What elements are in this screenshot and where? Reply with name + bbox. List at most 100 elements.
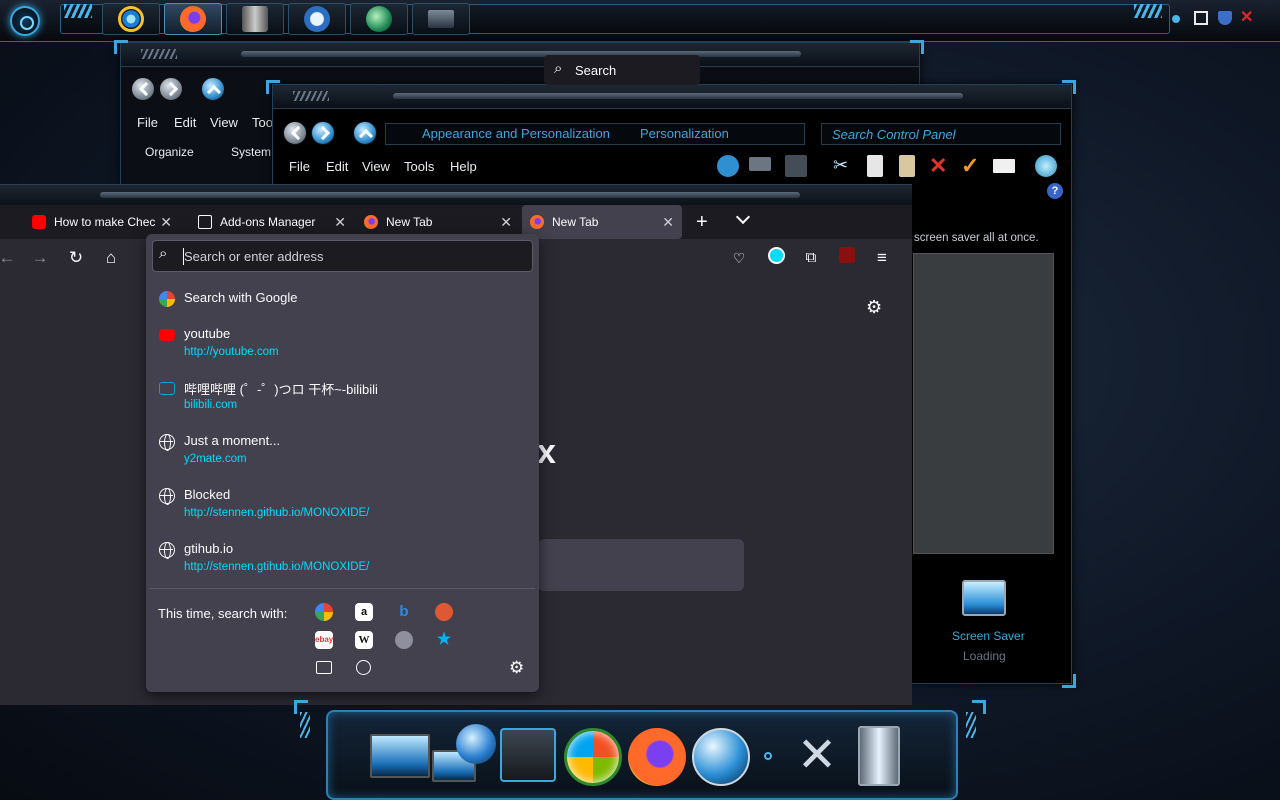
dock-internet-globe-icon[interactable] — [456, 724, 496, 764]
toolbar-search-box[interactable]: ⌕ Search — [544, 55, 700, 85]
menu-tools[interactable]: Too — [252, 115, 273, 130]
checkmark-icon[interactable]: ✓ — [961, 153, 983, 178]
result-search-google[interactable]: Search with Google — [152, 290, 533, 310]
internet-explorer-icon — [118, 6, 144, 32]
globe-icon — [159, 434, 175, 451]
menu-view[interactable]: View — [210, 115, 238, 130]
amazon-engine-icon[interactable]: a — [355, 603, 373, 621]
extensions-puzzle-icon[interactable]: ⧉ — [800, 247, 822, 269]
cp-address-bar[interactable]: Appearance and Personalization Personali… — [385, 123, 805, 145]
wikipedia-engine-icon[interactable]: W — [355, 631, 373, 649]
history-clock-icon[interactable] — [356, 660, 371, 675]
cp-menu-tools[interactable]: Tools — [404, 159, 434, 174]
up-button[interactable] — [201, 77, 225, 101]
reload-icon[interactable]: ↻ — [65, 247, 87, 269]
dock-windows-orb-icon[interactable] — [564, 728, 622, 786]
up-arrow-icon[interactable] — [717, 155, 739, 177]
google-icon — [159, 291, 175, 307]
screen-saver-link[interactable]: Screen Saver — [952, 629, 1025, 643]
result-gtihub[interactable]: gtihub.io http://stennen.gtihub.io/MONOX… — [152, 541, 533, 577]
bookmarks-star-icon[interactable]: ★ — [435, 631, 453, 649]
back-arrow-icon[interactable]: ← — [0, 247, 18, 269]
search-settings-gear-icon[interactable]: ⚙ — [509, 658, 524, 678]
result-url: y2mate.com — [184, 453, 247, 465]
tray-network-icon[interactable] — [1194, 11, 1208, 25]
cp-forward-button[interactable] — [311, 121, 335, 145]
tab-title: Add-ons Manager — [220, 215, 316, 229]
urlbar-input[interactable]: ⌕ Search or enter address — [152, 240, 533, 272]
firefox-titlebar[interactable] — [0, 185, 912, 205]
cp-search-box[interactable]: Search Control Panel — [821, 123, 1061, 145]
page-search-box[interactable] — [538, 539, 744, 591]
breadcrumb-appearance[interactable]: Appearance and Personalization — [422, 126, 610, 141]
dock-media-icon[interactable] — [500, 728, 556, 782]
screen-saver-status: Loading — [963, 649, 1006, 663]
taskbar-media-player-button[interactable] — [288, 3, 346, 35]
dock-recycle-bin-icon[interactable] — [858, 726, 900, 786]
google-engine-icon[interactable] — [315, 603, 333, 621]
copy-icon[interactable] — [867, 155, 883, 177]
pocket-icon[interactable]: ♡ — [728, 247, 750, 269]
dock-computer-icon[interactable] — [370, 734, 430, 778]
ublock-icon[interactable] — [836, 247, 858, 269]
result-blocked[interactable]: Blocked http://stennen.github.io/MONOXID… — [152, 487, 533, 523]
tab-new-tab-selected[interactable]: New Tab ✕ — [522, 205, 682, 239]
tab-close-icon[interactable]: ✕ — [500, 214, 512, 231]
back-window-titlebar[interactable] — [121, 43, 919, 67]
start-orb-button[interactable] — [10, 6, 40, 36]
dock-compass-icon[interactable] — [692, 728, 750, 786]
search-engine-icon[interactable] — [395, 631, 413, 649]
help-icon[interactable]: ? — [1047, 183, 1063, 199]
taskbar-firefox-button[interactable] — [164, 3, 222, 35]
settings-gear-icon[interactable]: ⚙ — [866, 297, 882, 318]
tab-close-icon[interactable]: ✕ — [662, 214, 674, 231]
taskbar-internet-explorer-button[interactable] — [102, 3, 160, 35]
globe-icon[interactable] — [1035, 155, 1057, 177]
home-icon[interactable]: ⌂ — [100, 247, 122, 269]
dock-firefox-icon[interactable] — [628, 728, 686, 786]
cp-menu-edit[interactable]: Edit — [326, 159, 348, 174]
tabs-icon[interactable] — [316, 661, 332, 674]
ebay-engine-icon[interactable]: ebay — [315, 631, 333, 649]
cp-menu-file[interactable]: File — [289, 159, 310, 174]
control-panel-titlebar[interactable] — [273, 85, 1071, 109]
mail-icon[interactable] — [993, 159, 1015, 173]
result-y2mate[interactable]: Just a moment... y2mate.com — [152, 433, 533, 469]
back-button[interactable] — [131, 77, 155, 101]
cp-back-button[interactable] — [283, 121, 307, 145]
tray-close-icon[interactable]: ✕ — [1240, 10, 1254, 26]
result-youtube[interactable]: youtube http://youtube.com — [152, 326, 533, 362]
result-bilibili[interactable]: 哔哩哔哩 (゜-゜)つロ 干杯~-bilibili bilibili.com — [152, 379, 533, 415]
paste-icon[interactable] — [899, 155, 915, 177]
cut-icon[interactable]: ✂ — [833, 155, 855, 177]
tab-close-icon[interactable]: ✕ — [160, 214, 172, 231]
cp-menu-help[interactable]: Help — [450, 159, 477, 174]
tab-title: New Tab — [552, 215, 599, 229]
organize-button[interactable]: Organize — [145, 145, 194, 159]
list-tabs-chevron-icon[interactable] — [735, 209, 751, 225]
taskbar-browser-button[interactable] — [350, 3, 408, 35]
forward-arrow-icon[interactable]: → — [29, 247, 51, 269]
account-icon[interactable] — [765, 247, 787, 269]
cp-up-button[interactable] — [353, 121, 377, 145]
hamburger-menu-icon[interactable]: ≡ — [871, 247, 893, 269]
cp-menu-view[interactable]: View — [362, 159, 390, 174]
search-icon: ⌕ — [554, 60, 563, 77]
taskbar-control-panel-button[interactable] — [412, 3, 470, 35]
taskbar-media-button[interactable] — [226, 3, 284, 35]
breadcrumb-personalization[interactable]: Personalization — [640, 126, 729, 141]
firefox-icon — [180, 6, 206, 32]
bing-engine-icon[interactable]: b — [395, 603, 413, 621]
duckduckgo-engine-icon[interactable] — [435, 603, 453, 621]
tab-close-icon[interactable]: ✕ — [334, 214, 346, 231]
delete-icon[interactable]: ✕ — [929, 153, 951, 178]
menu-file[interactable]: File — [137, 115, 158, 130]
forward-button[interactable] — [159, 77, 183, 101]
new-tab-plus-icon[interactable]: + — [696, 211, 708, 234]
printer-icon[interactable] — [785, 155, 807, 177]
menu-edit[interactable]: Edit — [174, 115, 196, 130]
dock-tools-icon[interactable]: ✕ — [786, 726, 848, 786]
screen-saver-icon[interactable] — [962, 580, 1006, 616]
drive-icon[interactable] — [749, 157, 771, 171]
tray-shield-icon[interactable] — [1218, 11, 1232, 25]
